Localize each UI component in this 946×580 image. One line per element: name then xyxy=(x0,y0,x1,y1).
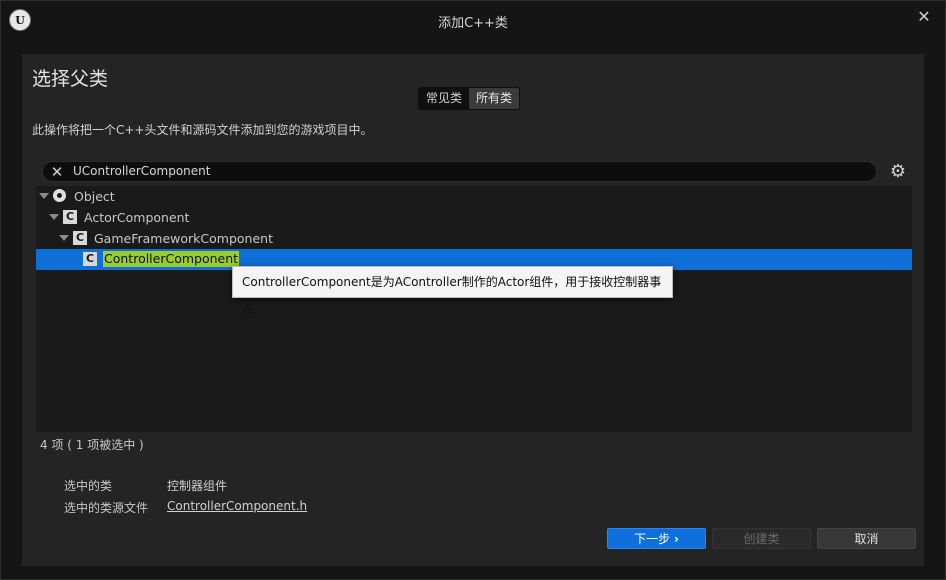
object-icon xyxy=(53,189,66,202)
class-filter-tabs: 常见类 所有类 xyxy=(418,87,521,110)
title-bar: U 添加C++类 ✕ xyxy=(1,1,945,39)
main-panel: 选择父类 常见类 所有类 此操作将把一个C++头文件和源码文件添加到您的游戏项目… xyxy=(22,54,924,566)
tab-all-classes[interactable]: 所有类 xyxy=(469,88,520,109)
selected-source-link[interactable]: ControllerComponent.h xyxy=(167,499,307,513)
clear-search-icon[interactable]: ✕ xyxy=(48,163,66,181)
tree-item-gameframeworkcomponent[interactable]: C GameFrameworkComponent xyxy=(36,228,912,249)
search-box: ✕ xyxy=(42,161,877,182)
item-count: 4 项 ( 1 项被选中 ) xyxy=(40,438,144,452)
selected-class-label: 选中的类 xyxy=(64,479,113,493)
chevron-right-icon: › xyxy=(673,532,679,546)
class-icon: C xyxy=(83,252,97,266)
selected-source-label: 选中的类源文件 xyxy=(64,501,149,515)
add-cpp-class-window: U 添加C++类 ✕ 选择父类 常见类 所有类 此操作将把一个C++头文件和源码… xyxy=(0,0,946,580)
tree-item-label: ActorComponent xyxy=(84,210,190,225)
search-input[interactable] xyxy=(73,162,853,181)
tree-item-label: Object xyxy=(74,189,115,204)
tree-item-object[interactable]: Object xyxy=(36,186,912,207)
class-icon: C xyxy=(73,231,87,245)
tab-common-classes[interactable]: 常见类 xyxy=(419,88,469,109)
create-class-button[interactable]: 创建类 xyxy=(712,528,811,549)
close-icon[interactable]: ✕ xyxy=(913,6,935,28)
expand-arrow-icon[interactable] xyxy=(39,193,49,199)
tree-item-label: GameFrameworkComponent xyxy=(94,231,273,246)
next-button[interactable]: 下一步 › xyxy=(607,528,706,549)
gear-icon[interactable]: ⚙ xyxy=(888,162,908,182)
class-icon: C xyxy=(63,210,77,224)
page-heading: 选择父类 xyxy=(32,68,109,90)
expand-arrow-icon[interactable] xyxy=(49,214,59,220)
expand-arrow-icon[interactable] xyxy=(59,235,69,241)
class-tooltip: ControllerComponent是为AController制作的Actor… xyxy=(232,266,673,319)
tree-item-label: ControllerComponent xyxy=(103,251,240,267)
tree-item-actorcomponent[interactable]: C ActorComponent xyxy=(36,207,912,228)
description-text: 此操作将把一个C++头文件和源码文件添加到您的游戏项目中。 xyxy=(32,123,373,137)
next-button-label: 下一步 xyxy=(634,532,671,546)
class-tree: Object C ActorComponent C GameFrameworkC… xyxy=(36,186,912,432)
cancel-button[interactable]: 取消 xyxy=(817,528,916,549)
selected-class-value: 控制器组件 xyxy=(167,479,228,493)
window-title: 添加C++类 xyxy=(438,16,508,31)
